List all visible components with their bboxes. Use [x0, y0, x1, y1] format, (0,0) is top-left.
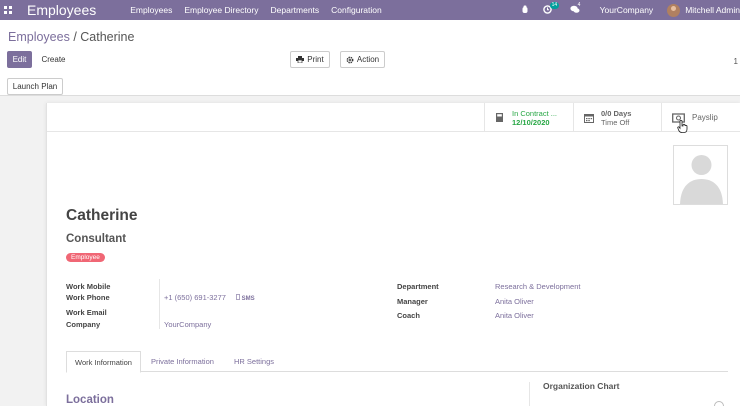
edit-button[interactable]: Edit [7, 51, 32, 68]
tab-work-information[interactable]: Work Information [66, 351, 141, 373]
mobile-phone-icon [236, 294, 241, 301]
work-phone-label: Work Phone [66, 293, 110, 302]
gear-icon [346, 56, 354, 63]
contract-date: 12/10/2020 [512, 117, 550, 127]
control-panel: Employees / Catherine Edit Create Print … [0, 20, 740, 96]
action-button[interactable]: Action [340, 51, 385, 68]
action-label: Action [356, 55, 380, 64]
chat-bubbles-icon[interactable]: 4 [570, 1, 581, 16]
launch-plan-button[interactable]: Launch Plan [7, 78, 63, 95]
print-button[interactable]: Print [290, 51, 330, 68]
work-mobile-label: Work Mobile [66, 282, 111, 291]
contract-smart-button[interactable]: In Contract ... 12/10/2020 [484, 103, 573, 132]
payslip-smart-button[interactable]: Payslip [661, 103, 740, 133]
company-label: Company [66, 320, 101, 329]
book-icon [496, 113, 503, 122]
message-count-badge: 4 [577, 1, 581, 8]
form-notebook-tabs: Work Information Private Information HR … [66, 351, 728, 373]
company-switcher[interactable]: YourCompany [600, 5, 654, 15]
manager-label: Manager [397, 297, 428, 306]
sms-label: SMS [241, 296, 255, 302]
org-chart-divider [529, 382, 530, 406]
user-menu[interactable]: Mitchell Admin [685, 5, 740, 15]
field-divider [159, 279, 160, 329]
print-label: Print [307, 55, 324, 64]
smart-buttons-bar: In Contract ... 12/10/2020 0/0 Days Time… [47, 103, 740, 133]
avatar-placeholder-icon [674, 146, 727, 204]
bug-icon[interactable] [521, 5, 529, 16]
timeoff-value: 0/0 Days [601, 108, 632, 118]
payslip-label: Payslip [692, 113, 718, 122]
calendar-icon [584, 113, 594, 123]
tab-private-information[interactable]: Private Information [143, 351, 222, 372]
location-section-title: Location [66, 394, 114, 406]
app-name[interactable]: Employees [27, 2, 96, 18]
create-button[interactable]: Create [36, 51, 71, 68]
tab-hr-settings[interactable]: HR Settings [226, 351, 282, 372]
employee-tag[interactable]: Employee [66, 253, 105, 262]
work-phone-field[interactable]: +1 (650) 691-3277 [164, 293, 226, 302]
sms-link[interactable]: SMS [236, 294, 255, 302]
manager-field[interactable]: Anita Oliver [495, 297, 534, 306]
employee-name[interactable]: Catherine [66, 207, 138, 225]
breadcrumb-separator: / [69, 30, 81, 44]
employee-photo[interactable] [673, 145, 728, 205]
activity-clock-icon[interactable]: 14 [542, 1, 560, 16]
org-chart-title: Organization Chart [543, 381, 620, 391]
navbar-systray: 14 4 YourCompany Mitchell Admin [521, 0, 740, 20]
timeoff-label: Time Off [601, 117, 630, 127]
menu-departments[interactable]: Departments [271, 5, 320, 15]
hand-pointer-cursor-icon [677, 120, 688, 133]
coach-label: Coach [397, 311, 420, 320]
top-navbar: Employees Employees Employee Directory D… [0, 0, 740, 20]
activity-count-badge: 14 [549, 1, 560, 9]
timeoff-smart-button[interactable]: 0/0 Days Time Off [573, 103, 661, 132]
work-email-label: Work Email [66, 308, 107, 317]
breadcrumb-current: Catherine [80, 30, 135, 44]
user-avatar[interactable] [667, 3, 681, 17]
pager[interactable]: 1 [734, 57, 738, 66]
company-field[interactable]: YourCompany [164, 320, 211, 329]
menu-configuration[interactable]: Configuration [331, 5, 382, 15]
contract-status: In Contract ... [512, 108, 558, 118]
department-field[interactable]: Research & Development [495, 282, 580, 291]
department-label: Department [397, 282, 439, 291]
printer-icon [296, 56, 305, 63]
apps-grid-icon[interactable] [1, 0, 15, 20]
breadcrumb: Employees / Catherine [8, 30, 134, 44]
org-chart-node-icon[interactable] [714, 401, 724, 406]
menu-employee-directory[interactable]: Employee Directory [184, 5, 258, 15]
employee-form-sheet: In Contract ... 12/10/2020 0/0 Days Time… [46, 103, 740, 406]
coach-field[interactable]: Anita Oliver [495, 311, 534, 320]
menu-employees[interactable]: Employees [130, 5, 172, 15]
employee-job-title[interactable]: Consultant [66, 233, 126, 245]
breadcrumb-employees[interactable]: Employees [8, 30, 70, 44]
